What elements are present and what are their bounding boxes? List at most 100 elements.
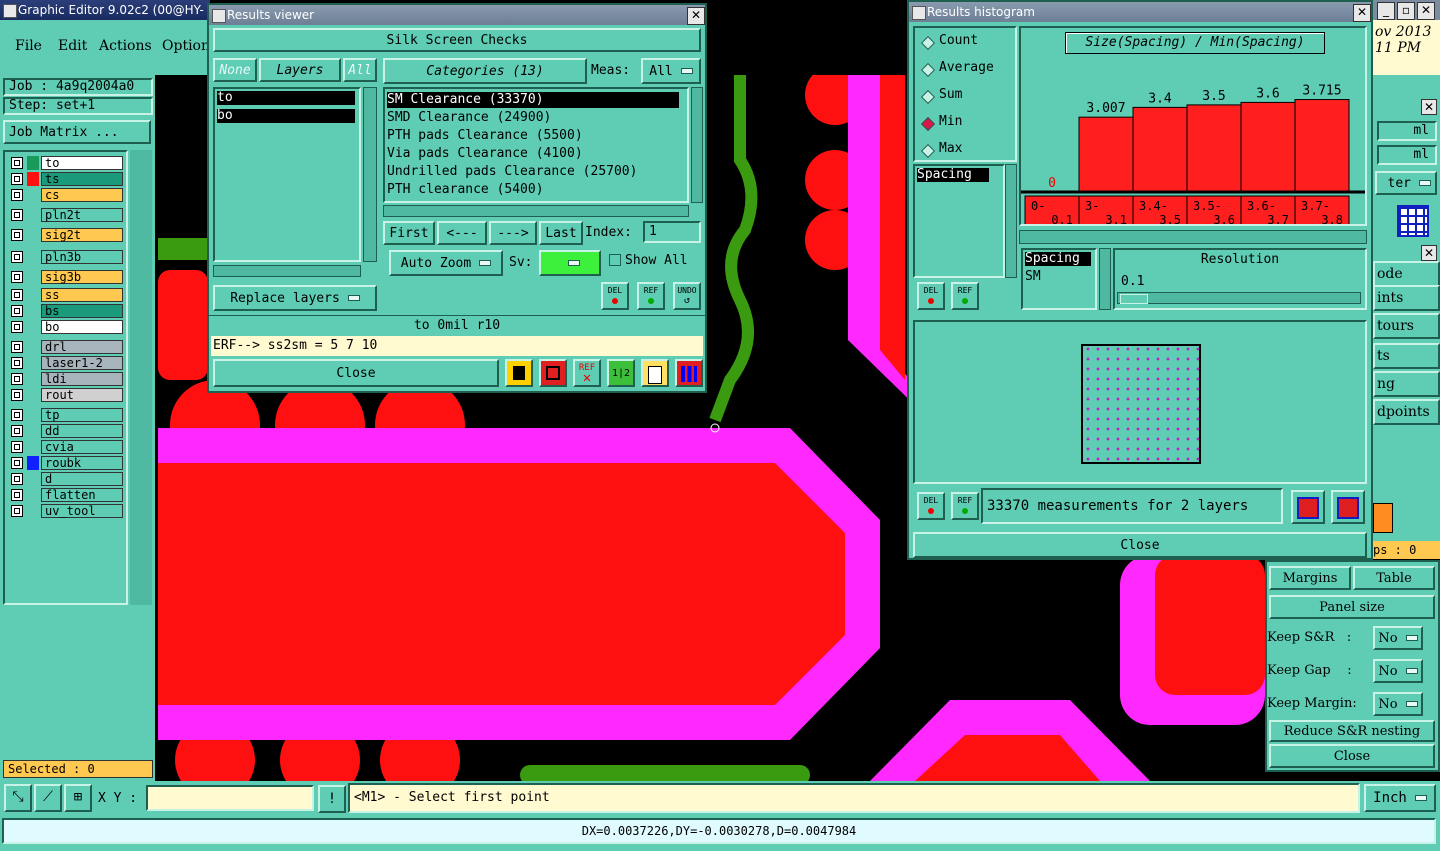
layer-checkbox[interactable] xyxy=(11,505,23,517)
layer-color-swatch[interactable] xyxy=(27,340,39,354)
layer-row[interactable]: bs xyxy=(41,304,123,318)
layer-row[interactable]: ldi xyxy=(41,372,123,386)
layer-color-swatch[interactable] xyxy=(27,156,39,170)
spacing-list[interactable]: Spacing xyxy=(913,164,1005,278)
tool-icon-3[interactable]: REF ✕ xyxy=(573,359,601,387)
tool-icon-4[interactable]: 1|2 xyxy=(607,359,635,387)
keep-gap-dropdown[interactable]: No xyxy=(1373,659,1423,683)
category-item[interactable]: SM Clearance (33370) xyxy=(387,92,679,108)
right-tool-item[interactable]: tours xyxy=(1373,313,1440,339)
layer-row[interactable]: cvia xyxy=(41,440,123,454)
right-tool-item[interactable]: ode xyxy=(1373,261,1440,287)
snap-icon[interactable]: ⤡ xyxy=(4,784,32,812)
category-item[interactable]: Via pads Clearance (4100) xyxy=(387,146,679,162)
tool-icon-2[interactable] xyxy=(539,359,567,387)
mode-radio[interactable] xyxy=(920,62,936,78)
ml-field-1[interactable]: ml xyxy=(1377,121,1437,141)
layer-row[interactable]: ts xyxy=(41,172,123,186)
ref-button[interactable]: REF xyxy=(637,282,665,310)
keep-margin-dropdown[interactable]: No xyxy=(1373,692,1423,716)
layer-row[interactable]: cs xyxy=(41,188,123,202)
layer-color-swatch[interactable] xyxy=(27,472,39,486)
layer-checkbox[interactable] xyxy=(11,473,23,485)
slider-thumb[interactable] xyxy=(1120,294,1148,304)
resolution-slider[interactable] xyxy=(1117,292,1361,304)
layer-checkbox[interactable] xyxy=(11,305,23,317)
preview-del-button[interactable]: DEL xyxy=(917,492,945,520)
right-tool-item[interactable]: ts xyxy=(1373,343,1440,369)
layer-color-swatch[interactable] xyxy=(27,372,39,386)
category-item[interactable]: PTH clearance (5400) xyxy=(387,182,679,198)
sv-color-dropdown[interactable] xyxy=(539,250,601,276)
categories-hscroll[interactable] xyxy=(383,205,689,217)
layer-color-swatch[interactable] xyxy=(27,440,39,454)
layer-checkbox[interactable] xyxy=(11,341,23,353)
mode-radio[interactable] xyxy=(920,35,936,51)
list-item[interactable]: Spacing xyxy=(1025,252,1091,266)
categories-vscroll[interactable] xyxy=(691,87,703,203)
layer-row[interactable]: laser1-2 xyxy=(41,356,123,370)
layer-row[interactable]: rout xyxy=(41,388,123,402)
last-button[interactable]: Last xyxy=(539,221,583,245)
layer-checkbox[interactable] xyxy=(11,289,23,301)
meas-list[interactable]: Spacing SM xyxy=(1021,248,1097,310)
table-button[interactable]: Table xyxy=(1353,566,1435,590)
layer-list-hscroll[interactable] xyxy=(213,265,361,277)
layer-color-swatch[interactable] xyxy=(27,304,39,318)
layer-checkbox[interactable] xyxy=(11,251,23,263)
category-item[interactable]: PTH pads Clearance (5500) xyxy=(387,128,679,144)
right-panel-close[interactable]: ✕ xyxy=(1421,99,1437,115)
layer-color-swatch[interactable] xyxy=(27,250,39,264)
right-tool-item[interactable]: ng xyxy=(1373,371,1440,397)
job-matrix-button[interactable]: Job Matrix ... xyxy=(3,120,151,144)
list-item[interactable]: SM xyxy=(1025,270,1091,284)
margins-button[interactable]: Margins xyxy=(1269,566,1351,590)
close-icon[interactable]: ✕ xyxy=(687,7,705,25)
reduce-nesting-button[interactable]: Reduce S&R nesting xyxy=(1269,720,1435,742)
category-item[interactable]: SMD Clearance (24900) xyxy=(387,110,679,126)
layer-row[interactable]: uv_tool xyxy=(41,504,123,518)
mode-radio[interactable] xyxy=(920,116,936,132)
layer-row[interactable]: pln2t xyxy=(41,208,123,222)
layer-color-swatch[interactable] xyxy=(27,388,39,402)
layer-checkbox[interactable] xyxy=(11,409,23,421)
close-icon[interactable]: ✕ xyxy=(1417,2,1435,20)
maximize-icon[interactable]: ▫ xyxy=(1397,2,1415,20)
layer-select-list[interactable]: to bo xyxy=(213,87,361,262)
sub-close[interactable]: ✕ xyxy=(1421,245,1437,261)
right-tool-item[interactable]: dpoints xyxy=(1373,399,1440,425)
chart-hscroll[interactable] xyxy=(1019,230,1367,244)
replace-layers-dropdown[interactable]: Replace layers xyxy=(213,285,377,311)
measure-icon[interactable]: ⟋ xyxy=(34,784,62,812)
next-button[interactable]: ---> xyxy=(489,221,537,245)
units-dropdown[interactable]: Inch xyxy=(1364,784,1436,812)
all-button[interactable]: All xyxy=(343,58,377,82)
layer-checkbox[interactable] xyxy=(11,157,23,169)
layer-row[interactable]: d xyxy=(41,472,123,486)
layer-row[interactable]: drl xyxy=(41,340,123,354)
show-all-checkbox[interactable] xyxy=(609,254,621,266)
menu-option[interactable]: Option xyxy=(162,38,210,54)
layer-color-swatch[interactable] xyxy=(27,504,39,518)
layer-row[interactable]: to xyxy=(41,156,123,170)
layer-row[interactable]: sig2t xyxy=(41,228,123,242)
layer-row[interactable]: dd xyxy=(41,424,123,438)
filter-dropdown[interactable]: ter xyxy=(1375,171,1437,195)
auto-zoom-dropdown[interactable]: Auto Zoom xyxy=(389,250,503,276)
histogram-bar[interactable] xyxy=(1078,116,1134,193)
ml-field-2[interactable]: ml xyxy=(1377,145,1437,165)
left-scroll[interactable] xyxy=(130,150,152,605)
layer-color-swatch[interactable] xyxy=(27,408,39,422)
layer-checkbox[interactable] xyxy=(11,425,23,437)
undo-button[interactable]: UNDO ↺ xyxy=(673,282,701,310)
keep-sr-dropdown[interactable]: No xyxy=(1373,626,1423,650)
menu-file[interactable]: File xyxy=(15,38,42,54)
histogram-bar[interactable] xyxy=(1132,106,1188,193)
layer-color-swatch[interactable] xyxy=(27,188,39,202)
menu-edit[interactable]: Edit xyxy=(58,38,87,54)
results-close-button[interactable]: Close xyxy=(213,359,499,387)
layers-button[interactable]: Layers xyxy=(259,58,341,82)
layer-row[interactable]: flatten xyxy=(41,488,123,502)
histogram-bar[interactable] xyxy=(1186,104,1242,193)
layer-checkbox[interactable] xyxy=(11,321,23,333)
